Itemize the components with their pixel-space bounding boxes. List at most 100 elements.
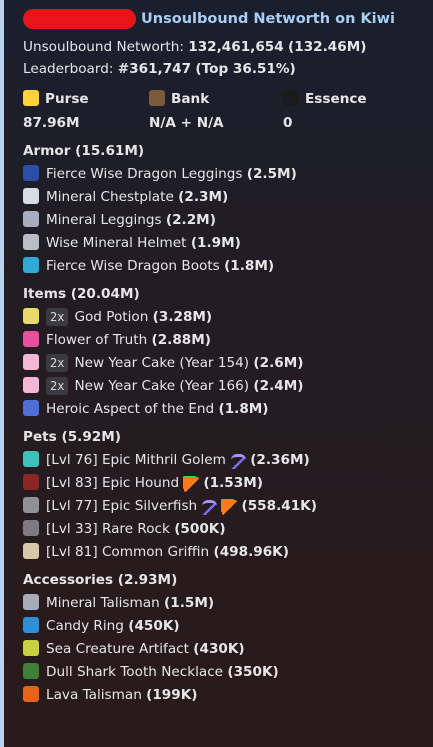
networth-value: 132,461,654 <box>188 39 284 55</box>
stats-row: Purse 87.96M Bank N/A + N/A Essence 0 <box>23 88 423 134</box>
list-item: Sea Creature Artifact (430K) <box>23 637 423 660</box>
list-item: Dull Shark Tooth Necklace (350K) <box>23 660 423 683</box>
item-name: Dull Shark Tooth Necklace <box>46 663 224 680</box>
networth-line: Unsoulbound Networth: 132,461,654 (132.4… <box>23 36 423 58</box>
item-value: (2.36M) <box>250 451 310 468</box>
networth-short: (132.46M) <box>288 39 367 55</box>
item-name: [Lvl 33] Rare Rock <box>46 520 170 537</box>
griffin-icon <box>23 542 39 559</box>
item-value: (2.3M) <box>178 188 229 205</box>
item-name: [Lvl 81] Common Griffin <box>46 543 210 560</box>
stat-essence-value: 0 <box>283 115 293 131</box>
item-name: [Lvl 83] Epic Hound <box>46 474 180 491</box>
item-value: (350K) <box>227 663 279 680</box>
list-item: [Lvl 81] Common Griffin (498.96K) <box>23 540 423 563</box>
list-item: Flower of Truth (2.88M) <box>23 328 423 351</box>
quantity-badge: 2x <box>46 353 69 372</box>
carrot-icon <box>184 477 200 492</box>
item-value: (500K) <box>174 520 226 537</box>
stat-essence: Essence 0 <box>283 88 367 134</box>
stat-bank-label: Bank <box>171 91 210 107</box>
item-value: (2.88M) <box>151 331 212 348</box>
stat-bank-value: N/A + N/A <box>149 115 224 131</box>
section-0: Armor (15.61M) Fierce Wise Dragon Legging… <box>23 140 423 277</box>
cake-icon <box>23 353 39 370</box>
title-row: Unsoulbound Networth on Kiwi <box>23 8 423 30</box>
item-name: Heroic Aspect of the End <box>46 400 215 417</box>
section-3: Accessories (2.93M) Mineral Talisman (1.5… <box>23 569 423 706</box>
leggings-icon <box>23 210 39 227</box>
item-name: Lava Talisman <box>46 686 142 703</box>
list-item: 2x New Year Cake (Year 154) (2.6M) <box>23 351 423 374</box>
shark-necklace-icon <box>23 662 39 679</box>
mithril-golem-icon <box>23 450 39 467</box>
item-name: Fierce Wise Dragon Leggings <box>46 165 243 182</box>
section-2: Pets (5.92M) [Lvl 76] Epic Mithril Golem … <box>23 426 423 563</box>
leaderboard-label: Leaderboard: <box>23 61 114 77</box>
stat-purse-value: 87.96M <box>23 115 80 131</box>
item-name: Fierce Wise Dragon Boots <box>46 257 220 274</box>
list-item: 2x God Potion (3.28M) <box>23 305 423 328</box>
boots-icon <box>23 256 39 273</box>
item-name: Sea Creature Artifact <box>46 640 189 657</box>
item-value: (498.96K) <box>213 543 289 560</box>
candy-ring-icon <box>23 616 39 633</box>
flower-icon <box>23 330 39 347</box>
stat-bank: Bank N/A + N/A <box>149 88 283 134</box>
networth-embed: Unsoulbound Networth on Kiwi Unsoulbound… <box>0 0 433 747</box>
embed-title[interactable]: Unsoulbound Networth on Kiwi <box>141 11 395 27</box>
item-value: (450K) <box>128 617 180 634</box>
section-title: Accessories (2.93M) <box>23 572 178 588</box>
rock-icon <box>23 519 39 536</box>
item-value: (1.8M) <box>218 400 269 417</box>
helmet-icon <box>23 233 39 250</box>
item-name: New Year Cake (Year 154) <box>74 354 250 371</box>
hound-icon <box>23 473 39 490</box>
item-value: (2.4M) <box>253 377 304 394</box>
item-name: Mineral Talisman <box>46 594 160 611</box>
item-name: New Year Cake (Year 166) <box>74 377 250 394</box>
list-item: [Lvl 77] Epic Silverfish (558.41K) <box>23 494 423 517</box>
item-value: (199K) <box>146 686 198 703</box>
stat-purse-label: Purse <box>45 91 89 107</box>
purse-icon <box>23 90 39 106</box>
item-value: (430K) <box>193 640 245 657</box>
list-item: Fierce Wise Dragon Boots (1.8M) <box>23 254 423 277</box>
list-item: [Lvl 33] Rare Rock (500K) <box>23 517 423 540</box>
list-item: Mineral Leggings (2.2M) <box>23 208 423 231</box>
pickaxe-icon <box>230 454 246 469</box>
stat-purse: Purse 87.96M <box>23 88 149 134</box>
list-item: [Lvl 83] Epic Hound (1.53M) <box>23 471 423 494</box>
list-item: Heroic Aspect of the End (1.8M) <box>23 397 423 420</box>
item-value: (1.8M) <box>224 257 275 274</box>
leaderboard-line: Leaderboard: #361,747 (Top 36.51%) <box>23 58 423 80</box>
list-item: Candy Ring (450K) <box>23 614 423 637</box>
mineral-talisman-icon <box>23 593 39 610</box>
sections-container: Armor (15.61M) Fierce Wise Dragon Legging… <box>23 140 423 706</box>
networth-label: Unsoulbound Networth: <box>23 39 184 55</box>
item-value: (2.2M) <box>165 211 216 228</box>
item-name: Wise Mineral Helmet <box>46 234 187 251</box>
list-item: Mineral Talisman (1.5M) <box>23 591 423 614</box>
item-name: [Lvl 77] Epic Silverfish <box>46 497 198 514</box>
list-item: [Lvl 76] Epic Mithril Golem (2.36M) <box>23 448 423 471</box>
section-title: Pets (5.92M) <box>23 429 121 445</box>
list-item: Lava Talisman (199K) <box>23 683 423 706</box>
redacted-avatar <box>23 9 136 29</box>
leggings-icon <box>23 164 39 181</box>
pickaxe-icon <box>202 500 218 515</box>
item-name: [Lvl 76] Epic Mithril Golem <box>46 451 226 468</box>
item-value: (1.53M) <box>203 474 263 491</box>
cake-icon <box>23 376 39 393</box>
item-name: Mineral Leggings <box>46 211 162 228</box>
sword-icon <box>23 399 39 416</box>
sea-creature-artifact-icon <box>23 639 39 656</box>
list-item: Mineral Chestplate (2.3M) <box>23 185 423 208</box>
leaderboard-value: #361,747 <box>117 61 192 77</box>
leaderboard-top: (Top 36.51%) <box>195 61 296 77</box>
quantity-badge: 2x <box>46 376 69 395</box>
list-item: Fierce Wise Dragon Leggings (2.5M) <box>23 162 423 185</box>
essence-icon <box>283 90 299 106</box>
item-value: (558.41K) <box>241 497 317 514</box>
bank-icon <box>149 90 165 106</box>
